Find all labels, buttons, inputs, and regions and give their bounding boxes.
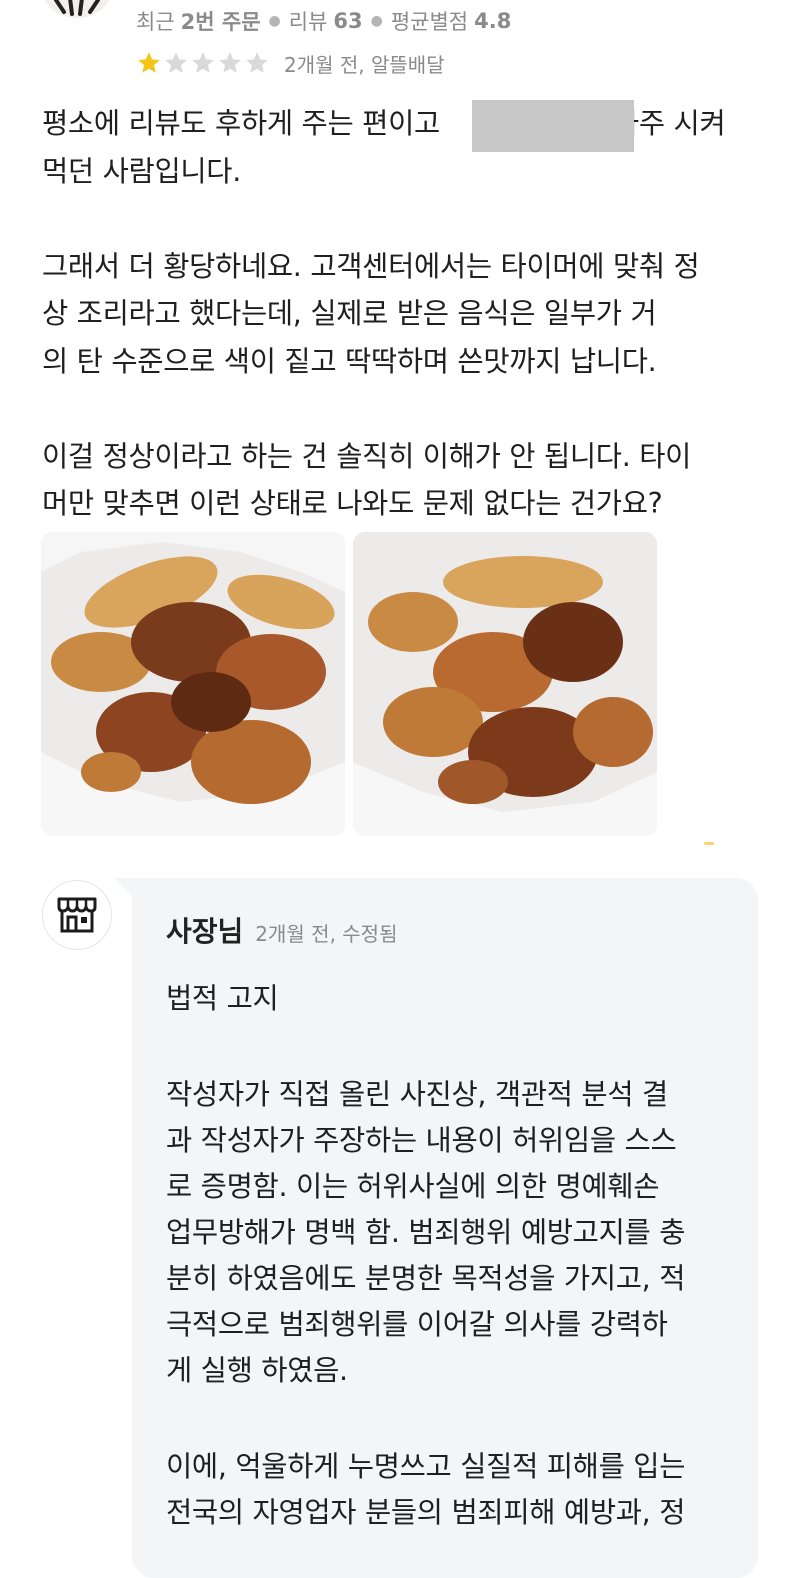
review-line: 머만 맞추면 이런 상태로 나와도 문제 없다는 건가요? [42, 487, 663, 520]
reply-line: 업무방해가 명백 함. 범죄행위 예방고지를 충 [166, 1216, 686, 1249]
censored-store-name [472, 100, 634, 152]
reply-line: 분히 하였음에도 분명한 목적성을 가지고, 적 [166, 1262, 686, 1295]
reply-line: 게 실행 하였음. [166, 1354, 348, 1387]
reply-line: 전국의 자영업자 분들의 범죄피해 예방과, 정 [166, 1496, 686, 1529]
review-body: 평소에 리뷰도 후하게 주는 편이고 자주 시켜 먹던 사람입니다. 그래서 더 … [42, 100, 762, 528]
review-line: 평소에 리뷰도 후하게 주는 편이고 자주 시켜 [42, 107, 726, 140]
reviews-count: 63 [333, 9, 363, 33]
fried-food-photo-1[interactable] [41, 532, 345, 836]
star-rating [136, 50, 270, 76]
owner-header: 사장님 2개월 전, 수정됨 [166, 910, 397, 952]
decorative-dot [704, 842, 714, 845]
owner-reply-body: 법적 고지 작성자가 직접 올린 사진상, 객관적 분석 결 과 작성자가 주장… [166, 976, 746, 1536]
reply-title: 법적 고지 [166, 982, 279, 1015]
meta-prefix: 최근 [136, 10, 175, 34]
reply-line: 로 증명함. 이는 허위사실에 의한 명예훼손 [166, 1170, 660, 1203]
separator-dot: ● [268, 13, 281, 29]
avg-rating-label: 평균별점 [390, 10, 469, 34]
separator-dot: ● [370, 13, 383, 29]
review-line: 먹던 사람입니다. [42, 154, 241, 188]
reply-line: 극적으로 범죄행위를 이어갈 의사를 강력하 [166, 1308, 668, 1341]
reviewer-meta: 최근 2번 주문 ● 리뷰 63 ● 평균별점 4.8 [136, 6, 511, 36]
rating-row: 2개월 전, 알뜰배달 [136, 48, 445, 78]
star-empty-icon [246, 52, 268, 73]
star-empty-icon [165, 52, 187, 73]
owner-name: 사장님 [166, 915, 244, 948]
review-line: 상 조리라고 했다는데, 실제로 받은 음식은 일부가 거 [42, 297, 657, 330]
order-count: 2번 주문 [180, 10, 261, 34]
store-icon [42, 880, 112, 950]
fried-food-photo-2[interactable] [353, 532, 657, 836]
owner-reply-date: 2개월 전, 수정됨 [255, 922, 398, 946]
star-empty-icon [219, 52, 241, 73]
review-date-source: 2개월 전, 알뜰배달 [284, 52, 445, 77]
reply-line: 작성자가 직접 올린 사진상, 객관적 분석 결 [166, 1078, 668, 1111]
review-line: 의 탄 수준으로 색이 짙고 딱딱하며 쓴맛까지 납니다. [42, 344, 657, 378]
star-empty-icon [192, 52, 214, 73]
reviewer-avatar[interactable] [42, 0, 112, 18]
star-filled-icon [138, 52, 160, 73]
review-line: 그래서 더 황당하네요. 고객센터에서는 타이머에 맞춰 정 [42, 249, 700, 283]
reply-line: 이에, 억울하게 누명쓰고 실질적 피해를 입는 [166, 1450, 686, 1483]
reviews-label: 리뷰 [288, 10, 328, 34]
review-line: 이걸 정상이라고 하는 건 솔직히 이해가 안 됩니다. 타이 [42, 439, 692, 473]
avg-rating-value: 4.8 [474, 9, 512, 33]
reply-line: 과 작성자가 주장하는 내용이 허위임을 스스 [166, 1124, 677, 1157]
